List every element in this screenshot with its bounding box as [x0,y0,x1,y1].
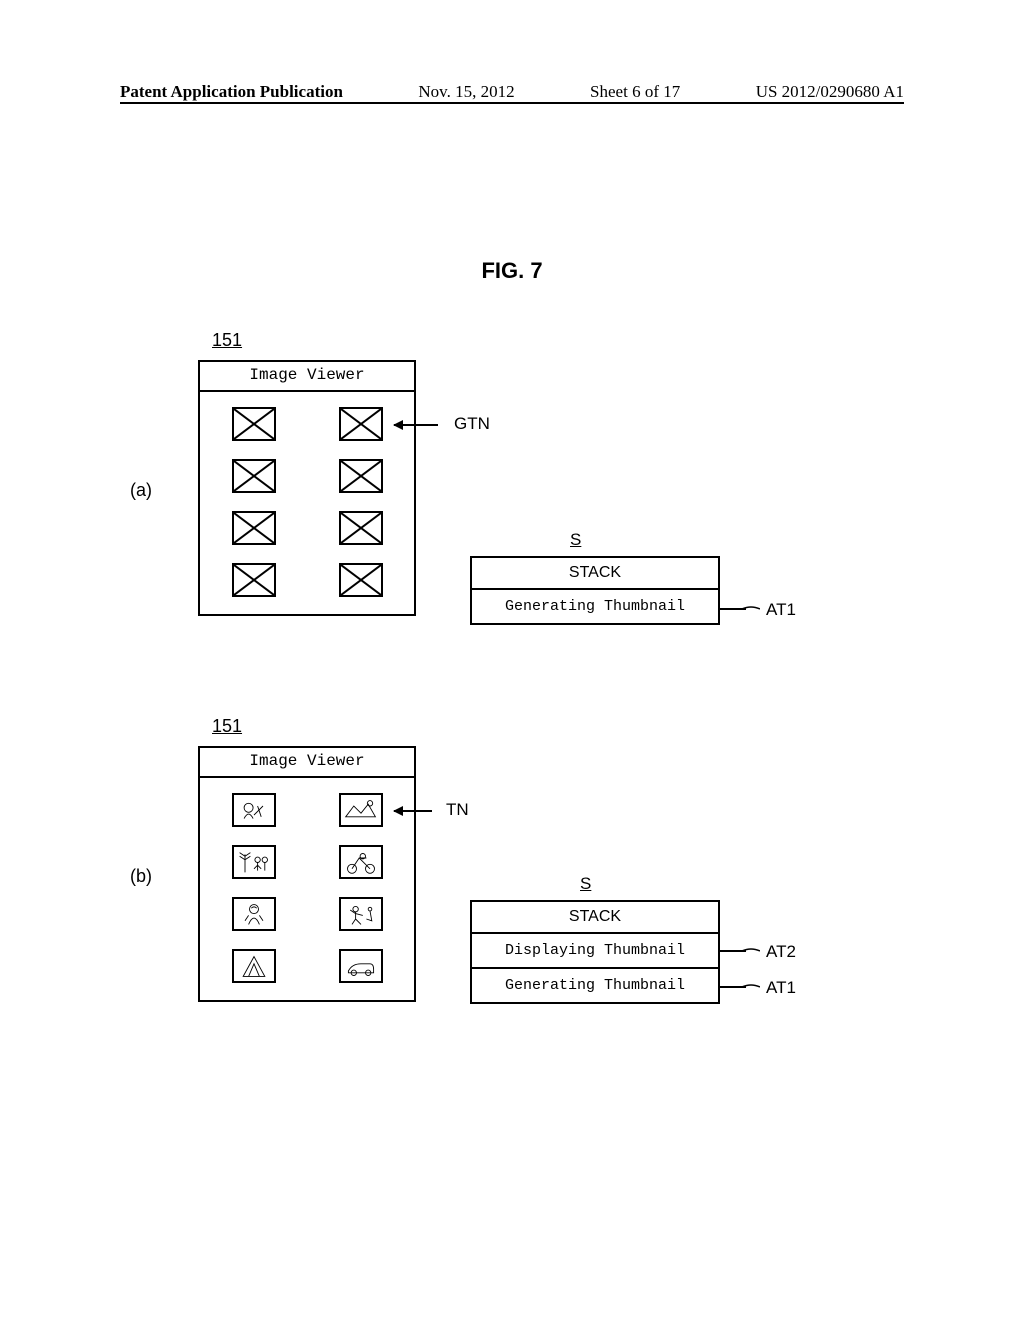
stack-header-a: STACK [472,558,718,590]
subfig-b-label: (b) [130,866,152,887]
placeholder-thumbnail [232,459,276,493]
thumbnail-grid-b [200,778,414,1000]
curve-at1-b [742,980,760,992]
image-thumbnail [232,793,276,827]
image-thumbnail [339,793,383,827]
callout-at1-a: AT1 [766,600,796,620]
subfig-a-label: (a) [130,480,152,501]
placeholder-thumbnail [232,407,276,441]
image-thumbnail [232,845,276,879]
placeholder-thumbnail [339,511,383,545]
stack-header-b: STACK [472,902,718,934]
page-header: Patent Application Publication Nov. 15, … [120,82,904,102]
stack-row-at2-b: Displaying Thumbnail [472,934,718,969]
header-date: Nov. 15, 2012 [418,82,514,102]
image-viewer-b: Image Viewer [198,746,416,1002]
thumbnail-grid-a [200,392,414,614]
leader-gtn [394,424,438,426]
image-thumbnail [232,949,276,983]
figure-title: FIG. 7 [0,258,1024,284]
placeholder-thumbnail [339,459,383,493]
header-left: Patent Application Publication [120,82,343,102]
header-sheet: Sheet 6 of 17 [590,82,680,102]
stack-b: STACK Displaying Thumbnail Generating Th… [470,900,720,1004]
stack-row-at1-b: Generating Thumbnail [472,969,718,1002]
stack-ref-b: S [580,874,591,894]
curve-at2-b [742,944,760,956]
placeholder-thumbnail [339,563,383,597]
viewer-title-b: Image Viewer [200,748,414,778]
image-viewer-a: Image Viewer [198,360,416,616]
image-thumbnail [339,845,383,879]
header-pubnum: US 2012/0290680 A1 [756,82,904,102]
leader-tn [394,810,432,812]
placeholder-thumbnail [232,511,276,545]
refnum-151-b: 151 [212,716,242,737]
placeholder-thumbnail [232,563,276,597]
image-thumbnail [339,897,383,931]
refnum-151-a: 151 [212,330,242,351]
callout-gtn: GTN [454,414,490,434]
image-thumbnail [339,949,383,983]
image-thumbnail [232,897,276,931]
callout-tn: TN [446,800,469,820]
placeholder-thumbnail [339,407,383,441]
callout-at2-b: AT2 [766,942,796,962]
curve-at1-a [742,602,760,614]
callout-at1-b: AT1 [766,978,796,998]
stack-a: STACK Generating Thumbnail [470,556,720,625]
viewer-title-a: Image Viewer [200,362,414,392]
stack-row-at1-a: Generating Thumbnail [472,590,718,623]
header-rule [120,102,904,104]
stack-ref-a: S [570,530,581,550]
